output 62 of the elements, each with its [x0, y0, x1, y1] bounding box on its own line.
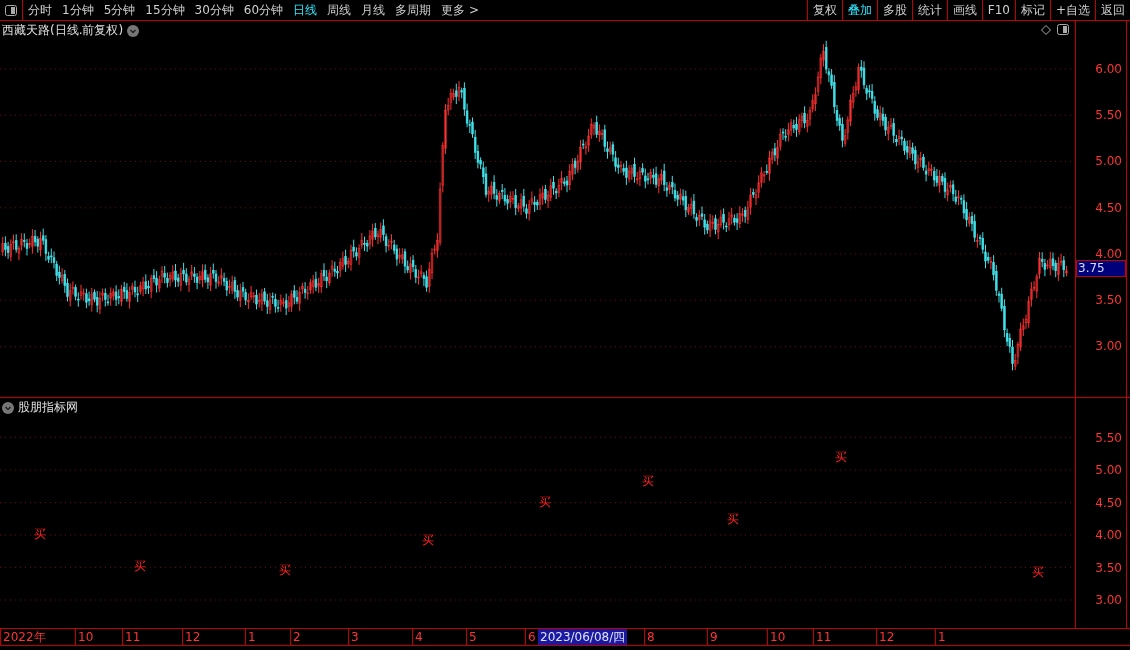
buy-signal-label: 买: [835, 450, 847, 464]
buy-signal-label: 买: [642, 474, 654, 488]
toolbar-button[interactable]: 复权: [806, 0, 842, 20]
toolbar-button[interactable]: 画线: [946, 0, 982, 20]
axis-label: 3.50: [1095, 560, 1122, 575]
axis-label: 4.00: [1094, 245, 1123, 262]
date-axis-label: 11: [813, 629, 832, 645]
buy-signal-label: 买: [134, 559, 146, 573]
axis-label: 3.50: [1094, 291, 1123, 308]
buy-signal-label: 买: [1032, 565, 1044, 579]
axis-label: 5.50: [1094, 107, 1123, 124]
toolbar-button[interactable]: 叠加: [841, 0, 877, 20]
period-tab[interactable]: 15分钟: [140, 0, 190, 20]
axis-label: 3.00: [1095, 593, 1122, 607]
date-axis-label: 3: [348, 629, 359, 645]
chart-title: 西藏天路(日线.前复权): [2, 22, 124, 39]
axis-label: 5.00: [1094, 153, 1123, 170]
axis-label: 5.00: [1095, 463, 1122, 477]
last-price-tag: 3.75: [1076, 260, 1126, 277]
buy-signal-label: 买: [279, 563, 291, 577]
date-axis-label: 9: [707, 629, 718, 645]
date-axis-label: 8: [644, 629, 655, 645]
date-axis-label: 6: [525, 629, 536, 645]
toolbar-button[interactable]: +自选: [1049, 0, 1095, 20]
buy-signal-label: 买: [422, 533, 434, 547]
buy-signal-label: 买: [539, 495, 551, 509]
period-tab[interactable]: 1分钟: [57, 0, 99, 20]
toolbar-button[interactable]: 返回: [1095, 0, 1130, 20]
period-tab[interactable]: 30分钟: [189, 0, 239, 20]
period-tab[interactable]: 多周期: [390, 0, 437, 20]
date-axis-label: 1: [245, 629, 256, 645]
date-cursor-label: 2023/06/08/四: [538, 629, 628, 645]
axis-label: 4.50: [1095, 495, 1122, 510]
date-axis-label: 2: [290, 629, 301, 645]
date-axis-label: 5: [466, 629, 477, 645]
toolbar-button[interactable]: 多股: [876, 0, 912, 20]
date-axis-label: 10: [767, 629, 786, 645]
period-tab[interactable]: 分时: [23, 0, 57, 20]
date-axis-label: 4: [412, 629, 423, 645]
toolbar-button[interactable]: F10: [981, 0, 1015, 20]
axis-label: 6.00: [1094, 61, 1123, 77]
indicator-title: 股朋指标网: [18, 399, 78, 416]
axis-label: 4.50: [1094, 199, 1123, 216]
period-tab[interactable]: 5分钟: [98, 0, 141, 20]
date-axis-label: 11: [122, 629, 141, 645]
toolbar-button[interactable]: 标记: [1014, 0, 1050, 20]
toolbar-button[interactable]: 统计: [911, 0, 947, 20]
buy-signal-label: 买: [727, 512, 739, 526]
buy-signal-label: 买: [34, 527, 46, 541]
date-axis-label: 12: [182, 629, 201, 645]
period-tab[interactable]: 月线: [356, 0, 391, 20]
date-axis-label: 10: [75, 629, 94, 645]
axis-label: 3.00: [1094, 338, 1123, 355]
axis-label: 5.50: [1095, 430, 1122, 445]
period-tab[interactable]: 周线: [322, 0, 357, 20]
period-tab[interactable]: 日线: [288, 0, 323, 20]
date-axis-label: 2022年: [0, 629, 46, 645]
date-axis-label: 12: [876, 629, 895, 645]
period-tab[interactable]: 60分钟: [238, 0, 289, 20]
date-axis-label: 1: [935, 629, 946, 645]
period-tab[interactable]: 更多 >: [436, 0, 484, 20]
axis-label: 4.00: [1095, 528, 1122, 542]
